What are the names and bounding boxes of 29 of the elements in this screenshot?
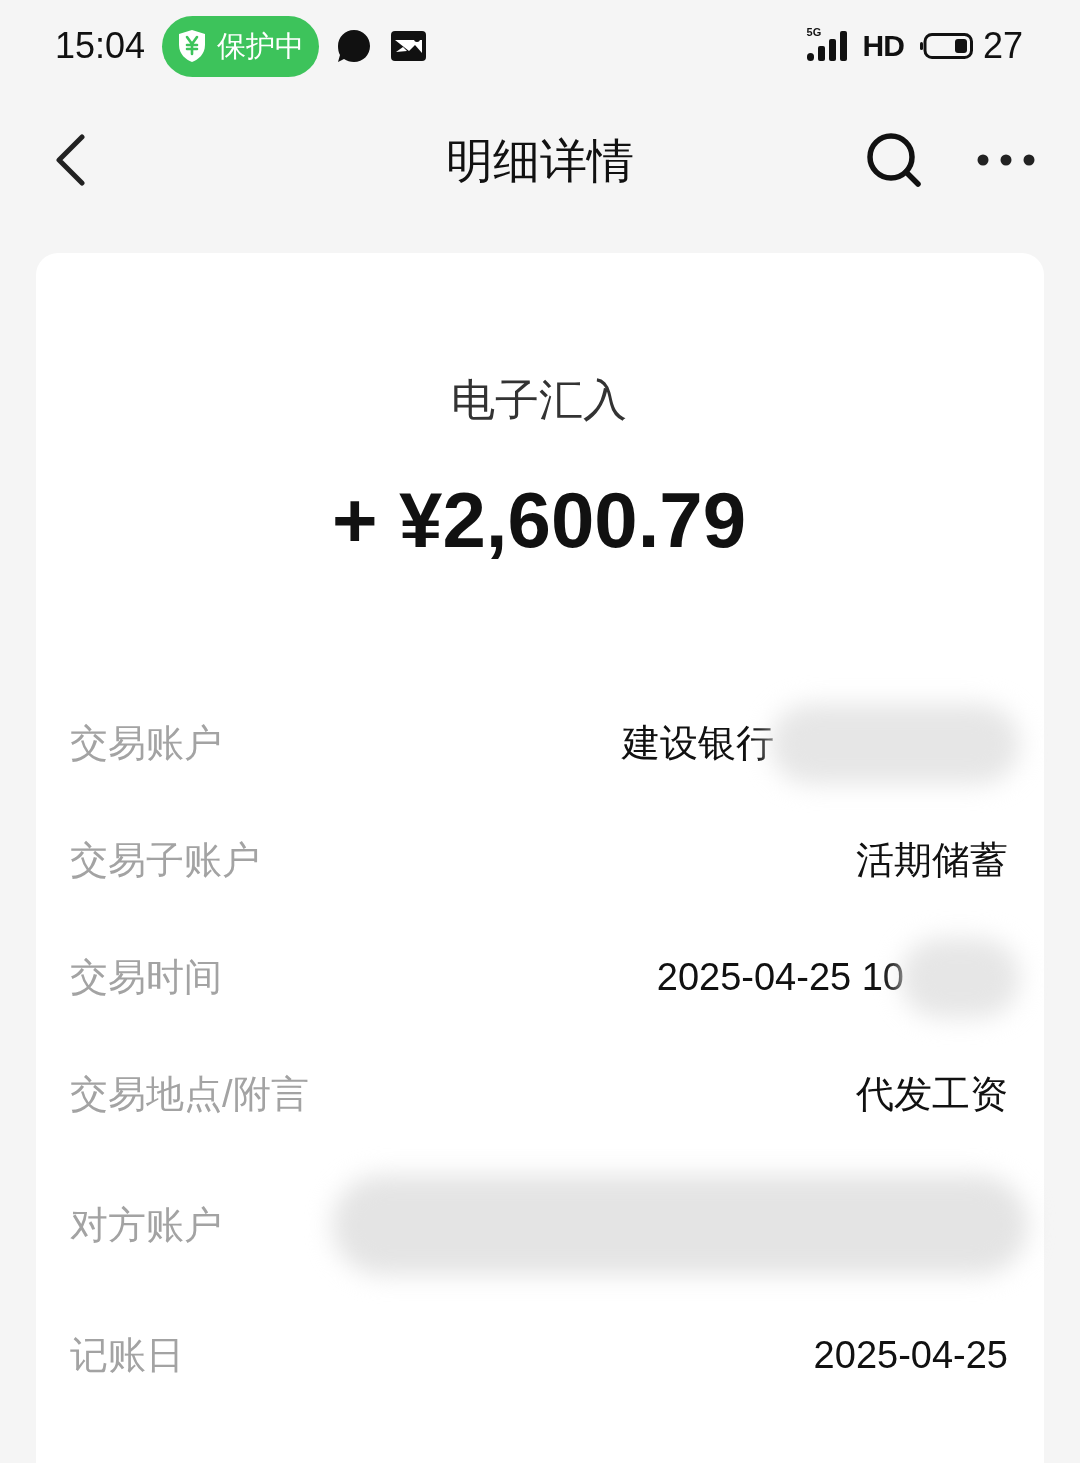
- battery-percentage: 27: [982, 28, 1023, 64]
- protection-badge: 保护中: [162, 15, 320, 77]
- back-button[interactable]: [53, 133, 87, 187]
- shield-icon: [177, 29, 208, 63]
- image-icon: [391, 31, 427, 61]
- detail-label: 交易账户: [70, 721, 222, 766]
- more-button[interactable]: [977, 153, 1035, 167]
- detail-label: 交易地点/附言: [70, 1072, 309, 1117]
- network-type: 5G: [806, 27, 822, 38]
- detail-label: 交易子账户: [70, 838, 260, 883]
- detail-value: 代发工资: [856, 1072, 1008, 1117]
- detail-value: 2025-04-25: [813, 1333, 1008, 1378]
- status-time: 15:04: [55, 28, 146, 64]
- battery-icon: [919, 33, 973, 59]
- back-icon: [55, 134, 85, 186]
- detail-value: 2025-04-25 10: [656, 955, 904, 1000]
- detail-value: 活期储蓄: [856, 838, 1008, 883]
- search-icon: [866, 132, 922, 188]
- detail-value: 建设银行: [622, 721, 774, 766]
- more-icon: [977, 154, 1035, 166]
- transaction-amount: + ¥2,600.79: [331, 479, 747, 561]
- hd-indicator: HD: [862, 31, 904, 61]
- detail-label: 交易时间: [70, 955, 222, 1000]
- page-title: 明细详情: [446, 136, 634, 184]
- detail-label: 记账日: [70, 1333, 184, 1378]
- detail-label: 对方账户: [70, 1202, 222, 1248]
- chat-bubble-icon: [337, 29, 372, 63]
- transaction-type: 电子汇入: [451, 375, 627, 425]
- search-button[interactable]: [866, 132, 922, 188]
